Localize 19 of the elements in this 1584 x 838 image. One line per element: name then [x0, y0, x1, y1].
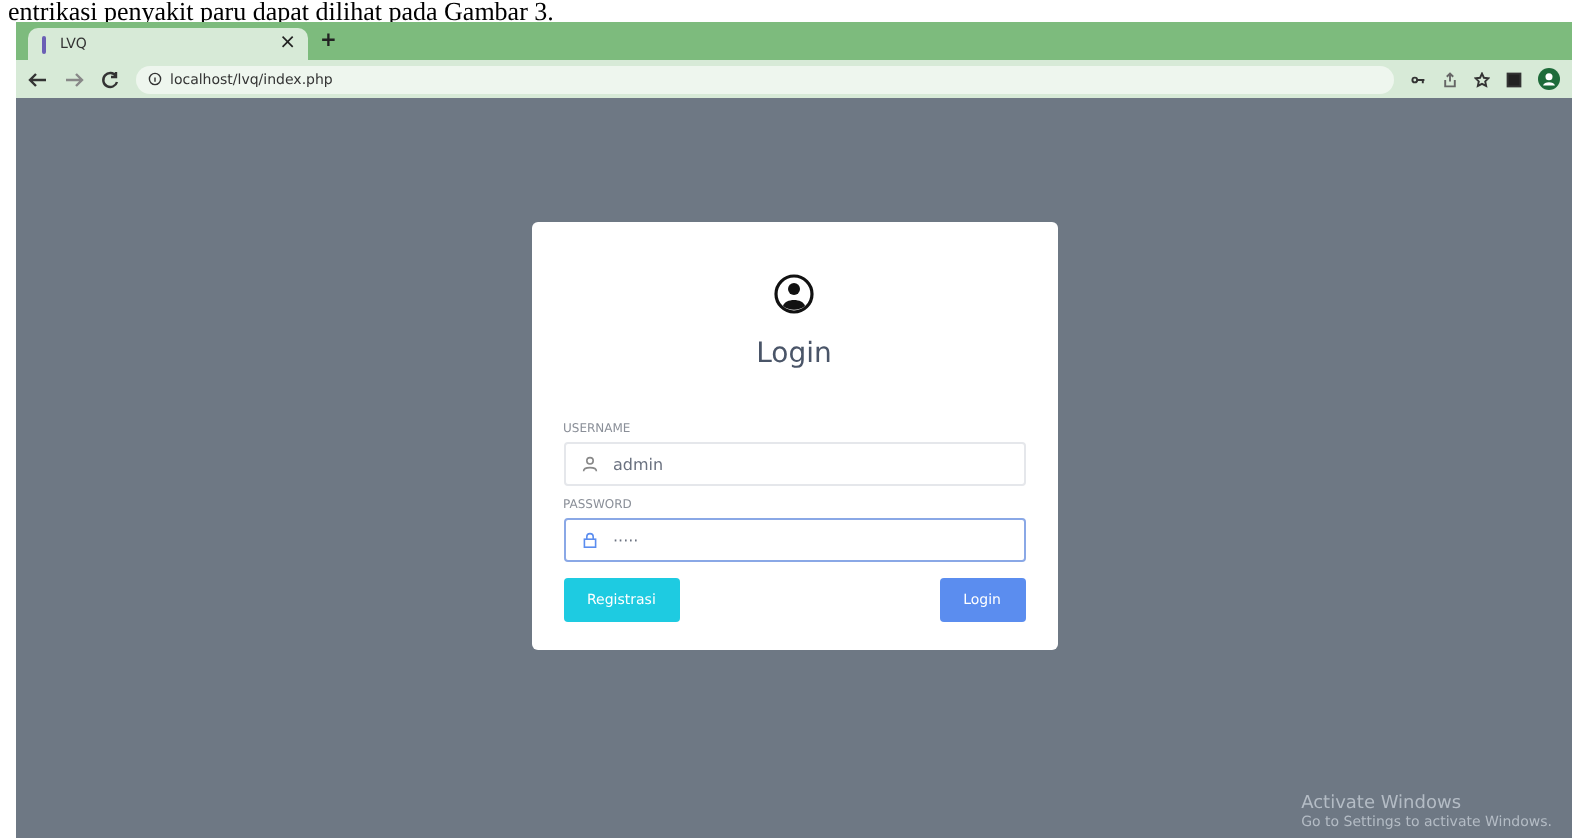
back-icon[interactable]: [28, 69, 48, 89]
activation-title: Activate Windows: [1301, 794, 1464, 814]
forward-icon[interactable]: [64, 69, 84, 89]
input-field[interactable]: ·····: [563, 518, 1025, 562]
reload-icon[interactable]: [100, 69, 120, 89]
share-icon[interactable]: [1442, 71, 1458, 87]
page-favicon: [40, 35, 48, 53]
user-icon: [581, 456, 597, 472]
lock-icon: [581, 532, 597, 548]
key-icon[interactable]: [1410, 71, 1426, 87]
profile-icon[interactable]: [1538, 68, 1560, 90]
input-field[interactable]: admin: [563, 442, 1025, 486]
document-text: entrikasi penyakit paru dapat dilihat pada Gambar 3.: [6, 0, 556, 22]
new-tab-button[interactable]: +: [320, 31, 337, 51]
close-tab-button[interactable]: ×: [279, 34, 296, 54]
info-icon: [148, 72, 162, 86]
star-icon[interactable]: [1474, 71, 1490, 87]
user-avatar-icon: [774, 274, 814, 314]
login-title: Login: [756, 338, 832, 370]
